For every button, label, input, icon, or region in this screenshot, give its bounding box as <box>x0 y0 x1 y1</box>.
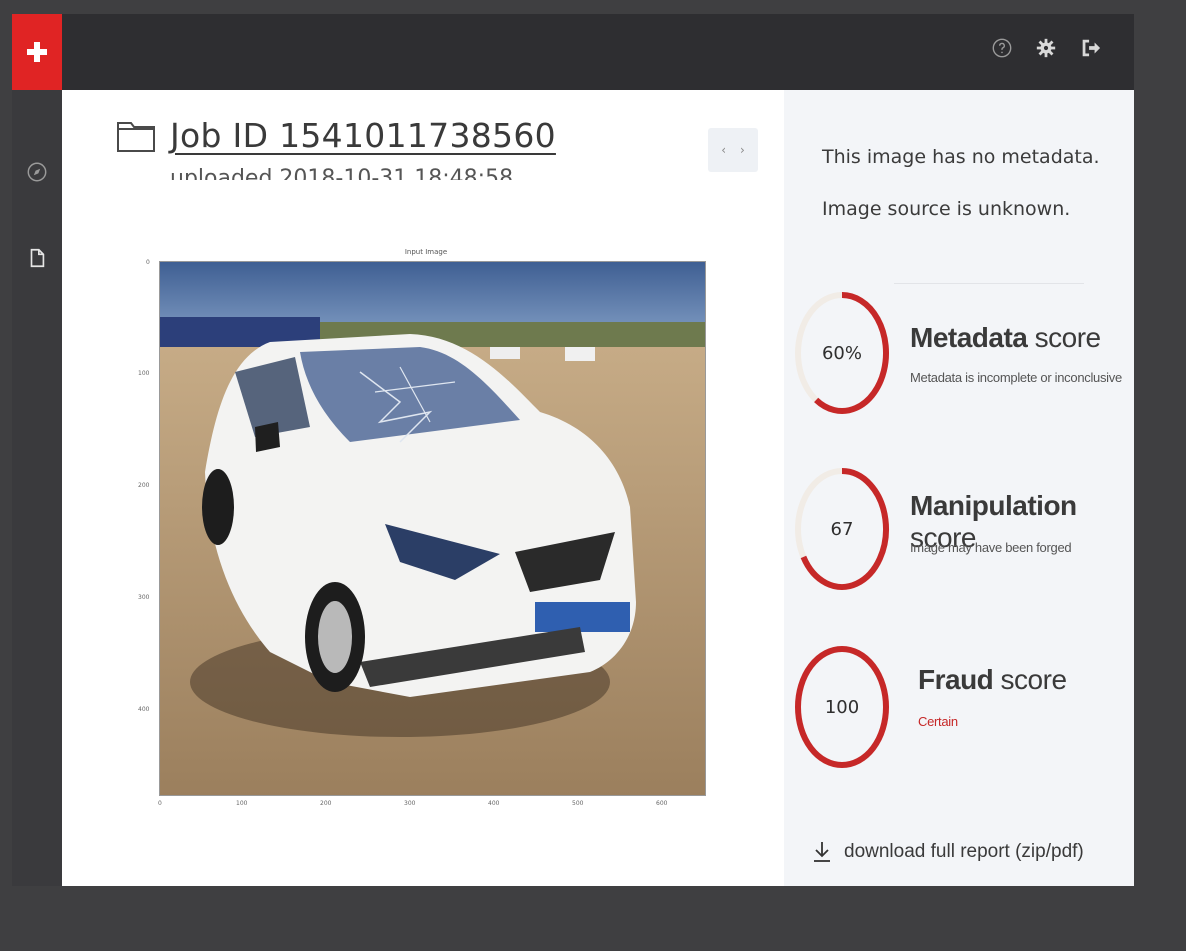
download-icon <box>812 840 832 864</box>
job-id-link[interactable]: Job ID 1541011738560 <box>170 116 556 155</box>
input-image-figure: Input Image 0 100 200 300 400 0 100 200 … <box>136 242 716 822</box>
fraud-score-title: Fraud score <box>918 664 1067 696</box>
pager-prev-button[interactable]: ‹ <box>721 143 726 157</box>
uploaded-timestamp-clip: uploaded 2018-10-31 18:48:58 <box>170 168 590 180</box>
metadata-score-subtitle: Metadata is incomplete or inconclusive <box>910 370 1122 385</box>
main-panel: Job ID 1541011738560 uploaded 2018-10-31… <box>62 90 784 886</box>
score-title-rest: score <box>993 664 1067 695</box>
download-report-link[interactable]: download full report (zip/pdf) <box>812 840 1084 864</box>
gear-icon[interactable] <box>1034 36 1058 60</box>
figure-title: Input Image <box>404 248 448 256</box>
score-title-bold: Manipulation <box>910 490 1077 521</box>
compass-icon[interactable] <box>25 160 49 184</box>
x-tick-label: 300 <box>404 800 416 807</box>
score-title-rest: score <box>1027 322 1101 353</box>
score-title-bold: Fraud <box>918 664 994 695</box>
x-tick-label: 200 <box>320 800 332 807</box>
header-toolbar <box>990 36 1102 60</box>
x-tick-label: 400 <box>488 800 500 807</box>
metadata-score-value: 60% <box>821 342 862 364</box>
folder-icon <box>116 119 156 153</box>
y-tick-label: 100 <box>138 370 150 377</box>
logo-swiss-cross-icon[interactable] <box>12 14 62 90</box>
x-tick-label: 100 <box>236 800 248 807</box>
logout-icon[interactable] <box>1078 36 1102 60</box>
metadata-score-card: 60% Metadata score Metadata is incomplet… <box>792 288 1132 418</box>
x-tick-label: 600 <box>656 800 668 807</box>
sidebar <box>12 90 62 886</box>
metadata-status-text: This image has no metadata. <box>822 146 1100 168</box>
divider <box>894 283 1084 284</box>
help-circle-icon[interactable] <box>990 36 1014 60</box>
download-report-label: download full report (zip/pdf) <box>844 841 1084 862</box>
fraud-score-subtitle: Certain <box>918 714 958 729</box>
pager-next-button[interactable]: › <box>740 143 745 157</box>
fraud-score-value: 100 <box>824 696 860 718</box>
image-pager: ‹ › <box>708 128 758 172</box>
score-title-bold: Metadata <box>910 322 1028 353</box>
input-image <box>159 261 706 796</box>
x-tick-label: 0 <box>158 800 162 807</box>
manipulation-score-value: 67 <box>830 518 854 540</box>
y-tick-label: 300 <box>138 594 150 601</box>
y-tick-label: 400 <box>138 706 150 713</box>
manipulation-score-card: 67 Manipulation score Image may have bee… <box>792 464 1132 594</box>
job-header: Job ID 1541011738560 <box>116 116 556 155</box>
document-icon[interactable] <box>25 246 49 270</box>
top-bar <box>12 14 1134 90</box>
manipulation-score-subtitle: Image may have been forged <box>910 540 1072 555</box>
x-tick-label: 500 <box>572 800 584 807</box>
metadata-score-title: Metadata score <box>910 322 1101 354</box>
analysis-panel: This image has no metadata. Image source… <box>784 90 1134 886</box>
fraud-score-card: 100 Fraud score Certain <box>792 642 1132 772</box>
y-tick-label: 200 <box>138 482 150 489</box>
y-tick-label: 0 <box>146 259 150 266</box>
uploaded-timestamp: uploaded 2018-10-31 18:48:58 <box>170 168 590 180</box>
image-source-text: Image source is unknown. <box>822 198 1071 220</box>
